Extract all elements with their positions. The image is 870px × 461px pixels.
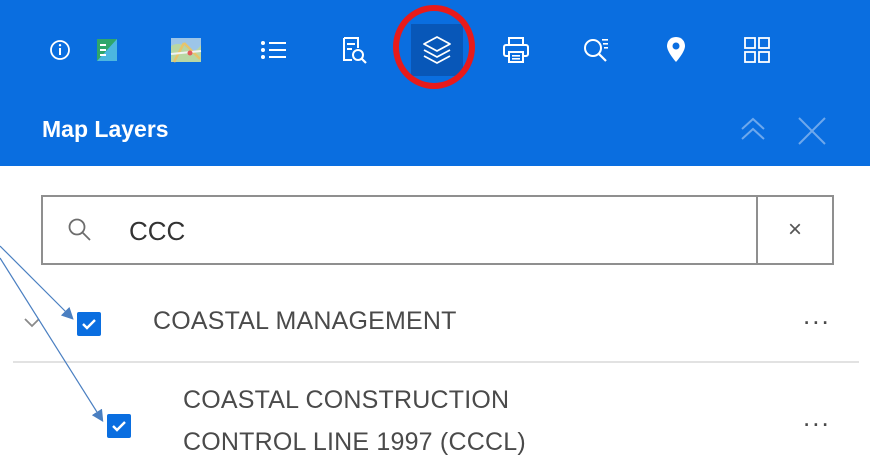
layer-label: COASTAL MANAGEMENT	[153, 307, 457, 335]
about-button[interactable]	[34, 24, 86, 76]
list-icon	[261, 41, 286, 59]
query-icon	[343, 37, 367, 64]
panel-title: Map Layers	[42, 116, 169, 142]
search-icon	[584, 39, 608, 62]
annotation-arrow-2	[0, 257, 104, 423]
info-icon	[50, 40, 70, 60]
panel-header: Map Layers	[0, 98, 870, 166]
print-button[interactable]	[490, 24, 542, 76]
layer-search-input[interactable]	[129, 209, 749, 253]
chevron-down-icon[interactable]	[16, 312, 46, 332]
location-button[interactable]	[650, 24, 702, 76]
close-panel-button[interactable]	[795, 114, 829, 153]
close-icon	[798, 117, 826, 145]
layers-icon	[423, 36, 451, 64]
basemap-icon	[170, 38, 202, 63]
clear-search-button[interactable]: ×	[756, 197, 832, 263]
divider	[13, 361, 859, 363]
layer-search-box: ×	[41, 195, 834, 265]
legend-button[interactable]	[81, 24, 133, 76]
check-icon	[112, 421, 126, 432]
collapse-button[interactable]	[738, 114, 768, 151]
widgets-button[interactable]	[731, 24, 783, 76]
layer-more-button[interactable]: ...	[803, 300, 831, 331]
search-tool-button[interactable]	[570, 24, 622, 76]
grid-icon	[744, 37, 770, 63]
location-pin-icon	[667, 37, 685, 62]
widget-toolbar	[0, 0, 870, 98]
legend-icon	[97, 39, 117, 61]
layer-label-line1: COASTAL CONSTRUCTION	[183, 386, 510, 414]
layer-checkbox-cccl[interactable]	[107, 414, 131, 438]
list-button[interactable]	[247, 24, 299, 76]
layer-label-line2: CONTROL LINE 1997 (CCCL)	[183, 428, 526, 456]
layer-more-button[interactable]: ...	[803, 402, 831, 433]
check-icon	[82, 319, 96, 330]
search-icon	[67, 217, 93, 248]
basemap-button[interactable]	[160, 24, 212, 76]
double-chevron-up-icon	[741, 117, 765, 140]
layers-button[interactable]	[411, 24, 463, 76]
print-icon	[503, 37, 529, 63]
query-button[interactable]	[328, 24, 380, 76]
layer-checkbox-coastal-management[interactable]	[77, 312, 101, 336]
